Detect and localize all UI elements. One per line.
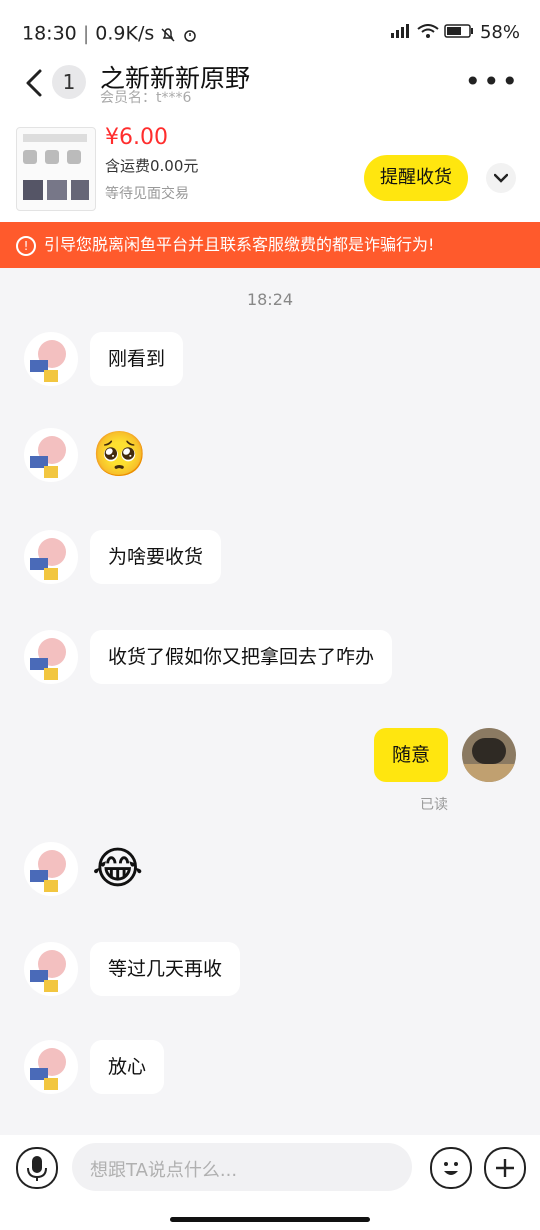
my-avatar[interactable] (462, 728, 516, 782)
product-thumbnail[interactable] (16, 127, 96, 211)
chat-timestamp: 18:24 (246, 290, 294, 309)
battery-icon (444, 22, 474, 38)
unread-badge[interactable]: 1 (52, 65, 86, 99)
product-card[interactable]: ¥6.00 含运费0.00元 等待见面交易 提醒收货 (0, 117, 540, 222)
battery-percent: 58% (479, 22, 520, 43)
wifi-icon (416, 22, 439, 38)
mute-icon (160, 26, 176, 42)
status-time: 18:30 (22, 22, 77, 45)
alarm-icon (182, 26, 198, 42)
smiley-icon (444, 1162, 458, 1175)
microphone-icon (27, 1156, 47, 1181)
voice-button[interactable] (16, 1147, 58, 1189)
back-arrow-icon (26, 69, 42, 97)
plus-icon (496, 1159, 514, 1177)
message-bubble[interactable]: 等过几天再收 (90, 942, 241, 996)
remind-receipt-button[interactable]: 提醒收货 (364, 155, 468, 201)
emoji-message[interactable]: 😂 (92, 842, 146, 896)
member-name: 会员名：t***6 (100, 90, 192, 106)
home-indicator[interactable] (170, 1217, 370, 1222)
my-message-bubble[interactable]: 随意 (373, 728, 448, 782)
product-price: ¥6.00 (105, 125, 168, 150)
status-left: 18:30 | 0.9K/s (22, 22, 198, 45)
chat-header: 1 之新新新原野 会员名：t***6 ••• (0, 55, 540, 117)
more-options-button[interactable]: ••• (464, 65, 520, 98)
message-input-placeholder: 想跟TA说点什么... (90, 1160, 238, 1181)
fraud-warning-banner: ! 引导您脱离闲鱼平台并且联系客服缴费的都是诈骗行为! (0, 222, 540, 268)
status-right: 58% (389, 22, 520, 43)
status-network-speed: 0.9K/s (95, 22, 155, 45)
contact-avatar[interactable] (24, 530, 78, 584)
emoji-button[interactable] (430, 1147, 472, 1189)
more-actions-button[interactable] (484, 1147, 526, 1189)
back-button[interactable] (22, 65, 46, 101)
contact-avatar[interactable] (24, 842, 78, 896)
warning-icon: ! (16, 235, 36, 256)
signal-icon (389, 22, 411, 38)
message-bubble[interactable]: 放心 (90, 1040, 165, 1094)
contact-avatar[interactable] (24, 630, 78, 684)
contact-avatar[interactable] (24, 1040, 78, 1094)
read-receipt: 已读 (420, 797, 448, 813)
message-bubble[interactable]: 收货了假如你又把拿回去了咋办 (90, 630, 393, 684)
message-input[interactable]: 想跟TA说点什么... (72, 1143, 412, 1191)
contact-avatar[interactable] (24, 332, 78, 386)
message-bubble[interactable]: 刚看到 (90, 332, 184, 386)
input-bar: 想跟TA说点什么... (0, 1135, 540, 1230)
warning-text: 引导您脱离闲鱼平台并且联系客服缴费的都是诈骗行为! (44, 235, 435, 254)
shipping-note: 含运费0.00元 (105, 157, 199, 175)
emoji-message[interactable]: 🥺 (92, 428, 147, 482)
chevron-down-icon (493, 173, 509, 183)
contact-avatar[interactable] (24, 428, 78, 482)
contact-avatar[interactable] (24, 942, 78, 996)
expand-button[interactable] (486, 163, 516, 193)
message-bubble[interactable]: 为啥要收货 (90, 530, 222, 584)
order-status: 等待见面交易 (105, 186, 189, 202)
